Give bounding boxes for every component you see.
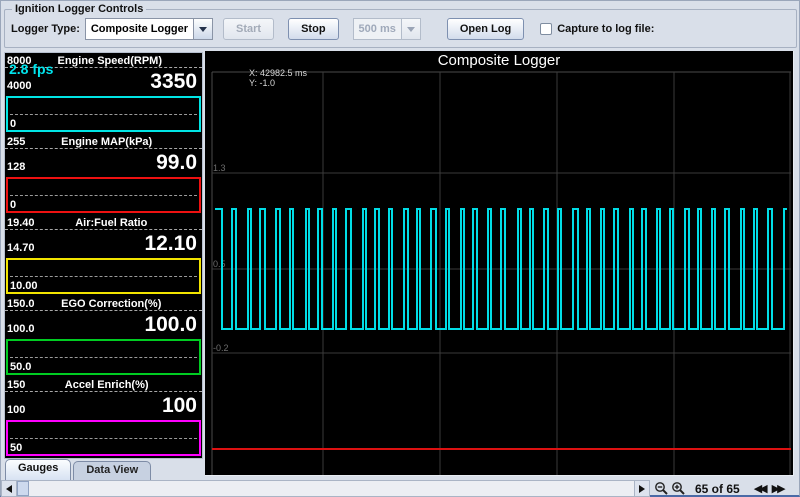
scroll-right-icon (639, 485, 645, 493)
scroll-left-icon (6, 485, 12, 493)
zoom-in-button[interactable] (670, 481, 687, 497)
zoom-out-icon (654, 481, 669, 496)
gauge-history-box: 0 (6, 177, 201, 213)
tab-row: Gauges Data View (5, 459, 153, 480)
interval-select[interactable]: 500 ms (353, 18, 421, 40)
gauge-centerline (10, 276, 197, 277)
open-log-button[interactable]: Open Log (447, 18, 524, 40)
gauge-mid-label: 100.0 (7, 323, 35, 335)
gauge-min-label: 50 (10, 442, 22, 454)
gauge-mid-label: 128 (7, 161, 25, 173)
zoom-in-icon (671, 481, 686, 496)
capture-checkbox[interactable] (540, 23, 552, 35)
skip-back-icon: ◀◀ (754, 482, 765, 495)
cursor-readout: X: 42982.5 ms Y: -1.0 (249, 68, 307, 88)
chart-plot-area[interactable]: 1.3 0.5 -0.2 (205, 51, 794, 476)
chevron-down-icon (199, 27, 207, 32)
gauge-accel-enrich: 150Accel Enrich(%) 100 100 50 (5, 377, 202, 458)
skip-back-button[interactable]: ◀◀ (754, 482, 768, 495)
gauge-mid-label: 4000 (7, 80, 31, 92)
gauge-engine-map: 255Engine MAP(kPa) 128 99.0 0 (5, 134, 202, 215)
gauge-value: 99.0 (156, 153, 197, 173)
gauge-min-label: 0 (10, 199, 16, 211)
chevron-down-icon (407, 27, 415, 32)
start-button[interactable]: Start (223, 18, 274, 40)
gauge-max-label: 150.0 (7, 298, 35, 310)
gauge-min-label: 10.00 (10, 280, 38, 292)
gauge-title: EGO Correction(%) (35, 298, 188, 310)
gauge-mid-label: 14.70 (7, 242, 35, 254)
cursor-y-value: Y: -1.0 (249, 78, 307, 88)
tab-data-view[interactable]: Data View (73, 461, 151, 480)
gauge-title: Accel Enrich(%) (25, 379, 188, 391)
gauge-ego-correction: 150.0EGO Correction(%) 100.0 100.0 50.0 (5, 296, 202, 377)
interval-value: 500 ms (353, 18, 401, 40)
gauge-centerline (10, 114, 197, 115)
svg-text:-0.2: -0.2 (213, 343, 229, 353)
gauge-min-label: 0 (10, 118, 16, 130)
gauge-mid-label: 100 (7, 404, 25, 416)
gauge-title: Engine MAP(kPa) (25, 136, 188, 148)
capture-label: Capture to log file: (557, 23, 654, 35)
gauge-history-box: 50.0 (6, 339, 201, 375)
gauge-centerline (10, 195, 197, 196)
gauge-max-label: 255 (7, 136, 25, 148)
log-navigation-bar: 65 of 65 ◀◀ ▶▶ (653, 480, 800, 497)
tab-gauges[interactable]: Gauges (5, 459, 71, 480)
gauge-max-label: 19.40 (7, 217, 35, 229)
zoom-out-button[interactable] (653, 481, 670, 497)
gauge-value: 12.10 (144, 234, 197, 254)
logger-type-select[interactable]: Composite Logger (85, 18, 213, 40)
logger-controls-groupbox: Ignition Logger Controls Logger Type: Co… (4, 9, 797, 48)
gauge-history-box: 10.00 (6, 258, 201, 294)
gauge-value: 3350 (150, 72, 197, 92)
gauge-min-label: 50.0 (10, 361, 31, 373)
logger-type-value: Composite Logger (85, 18, 193, 40)
scroll-left-button[interactable] (2, 481, 17, 496)
gauges-panel: 2.8 fps 8000Engine Speed(RPM) 40003350 0… (4, 52, 203, 459)
stop-button[interactable]: Stop (288, 18, 338, 40)
gauge-title: Air:Fuel Ratio (35, 217, 188, 229)
gauge-value: 100 (162, 396, 197, 416)
toolbar: Logger Type: Composite Logger Start Stop… (11, 17, 659, 41)
gauge-title: Engine Speed(RPM) (31, 55, 188, 67)
ignition-logger-window: { "window": { "group_title": "Ignition L… (0, 0, 800, 497)
svg-text:0.5: 0.5 (213, 259, 226, 269)
gauge-max-label: 150 (7, 379, 25, 391)
skip-forward-button[interactable]: ▶▶ (772, 482, 786, 495)
cursor-x-value: X: 42982.5 ms (249, 68, 307, 78)
gauge-centerline (10, 357, 197, 358)
skip-forward-icon: ▶▶ (772, 482, 783, 495)
groupbox-title: Ignition Logger Controls (12, 3, 146, 15)
scrollbar-thumb[interactable] (17, 481, 29, 496)
interval-dropdown-button[interactable] (401, 18, 421, 40)
gauge-value: 100.0 (144, 315, 197, 335)
chart-panel: Composite Logger X: 42982.5 ms Y: -1.0 1… (205, 51, 794, 476)
horizontal-scrollbar[interactable] (1, 480, 650, 497)
logger-type-label: Logger Type: (11, 23, 80, 35)
logger-type-dropdown-button[interactable] (193, 18, 213, 40)
gauge-history-box: 0 (6, 96, 201, 132)
log-position-text: 65 of 65 (695, 482, 740, 496)
gauge-centerline (10, 438, 197, 439)
scroll-right-button[interactable] (634, 481, 649, 496)
fps-readout: 2.8 fps (9, 61, 53, 77)
svg-text:1.3: 1.3 (213, 163, 226, 173)
gauge-history-box: 50 (6, 420, 201, 456)
gauge-afr: 19.40Air:Fuel Ratio 14.70 12.10 10.00 (5, 215, 202, 296)
